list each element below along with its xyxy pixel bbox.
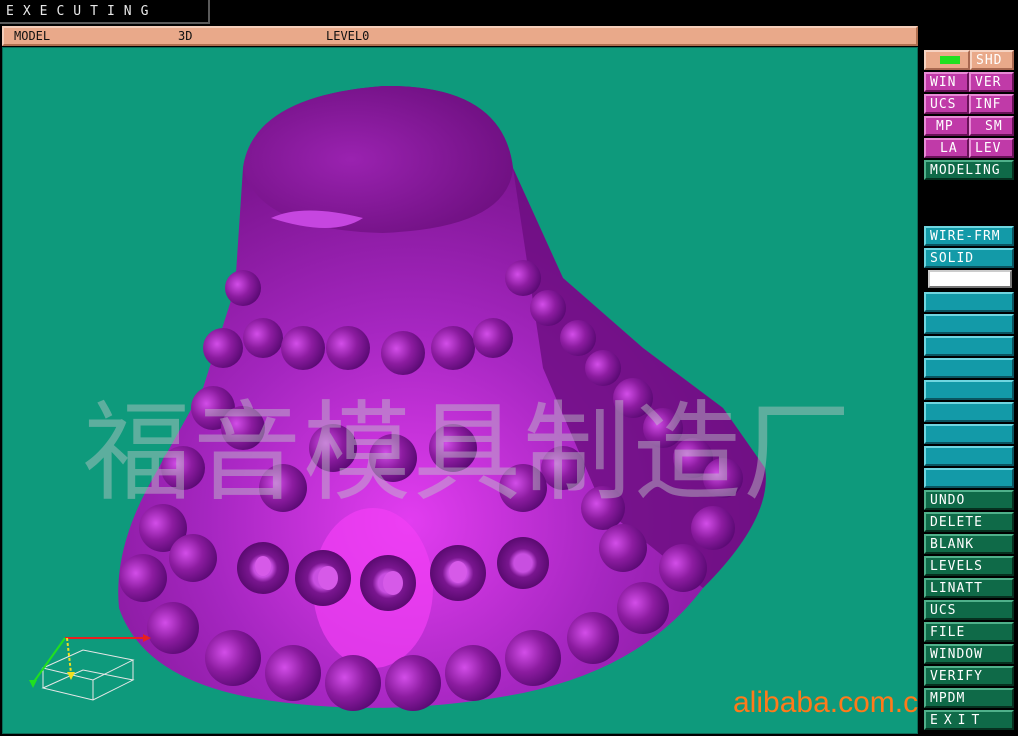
verify-button[interactable]: VERIFY: [924, 666, 1014, 686]
ucs-view-button[interactable]: UCS: [924, 94, 969, 114]
file-button[interactable]: FILE: [924, 622, 1014, 642]
mpdm-button[interactable]: MPDM: [924, 688, 1014, 708]
window-button[interactable]: WINDOW: [924, 644, 1014, 664]
info-view: 3D: [178, 29, 193, 43]
la-button[interactable]: LA: [924, 138, 969, 158]
delete-button[interactable]: DELETE: [924, 512, 1014, 532]
info-mode: MODEL: [14, 29, 51, 43]
lev-button[interactable]: LEV: [969, 138, 1014, 158]
empty-slot-4[interactable]: [924, 358, 1014, 378]
axis-triad-icon: [29, 634, 151, 701]
graphics-viewport[interactable]: 福音模具制造厂: [2, 47, 918, 734]
empty-slot-9[interactable]: [924, 468, 1014, 488]
ucs-button[interactable]: UCS: [924, 600, 1014, 620]
empty-slot-8[interactable]: [924, 446, 1014, 466]
mp-button[interactable]: MP: [924, 116, 969, 136]
empty-slot-2[interactable]: [924, 314, 1014, 334]
shd-button[interactable]: SHD: [970, 50, 1014, 70]
empty-slot-5[interactable]: [924, 380, 1014, 400]
command-panel: SHD WIN VER UCS INF MP SM LA LEV MODELIN…: [920, 47, 1018, 736]
shaded-indicator-button[interactable]: [924, 50, 970, 70]
status-text: EXECUTING: [6, 4, 158, 19]
empty-slot-6[interactable]: [924, 402, 1014, 422]
modeling-button[interactable]: MODELING: [924, 160, 1014, 180]
sm-button[interactable]: SM: [969, 116, 1014, 136]
linatt-button[interactable]: LINATT: [924, 578, 1014, 598]
input-slot[interactable]: [928, 270, 1012, 288]
blank-button[interactable]: BLANK: [924, 534, 1014, 554]
empty-slot-3[interactable]: [924, 336, 1014, 356]
ver-button[interactable]: VER: [969, 72, 1014, 92]
solid-button[interactable]: SOLID: [924, 248, 1014, 268]
empty-slot-7[interactable]: [924, 424, 1014, 444]
empty-slot-1[interactable]: [924, 292, 1014, 312]
shaded-indicator-icon: [940, 56, 960, 64]
info-bar: MODEL 3D LEVEL0: [2, 26, 918, 46]
undo-button[interactable]: UNDO: [924, 490, 1014, 510]
status-bar: EXECUTING: [0, 0, 210, 24]
win-button[interactable]: WIN: [924, 72, 969, 92]
inf-button[interactable]: INF: [969, 94, 1014, 114]
site-watermark: alibaba.com.cn: [733, 686, 935, 719]
wire-frm-button[interactable]: WIRE-FRM: [924, 226, 1014, 246]
info-level: LEVEL0: [326, 29, 370, 43]
levels-button[interactable]: LEVELS: [924, 556, 1014, 576]
exit-button[interactable]: EXIT: [924, 710, 1014, 730]
